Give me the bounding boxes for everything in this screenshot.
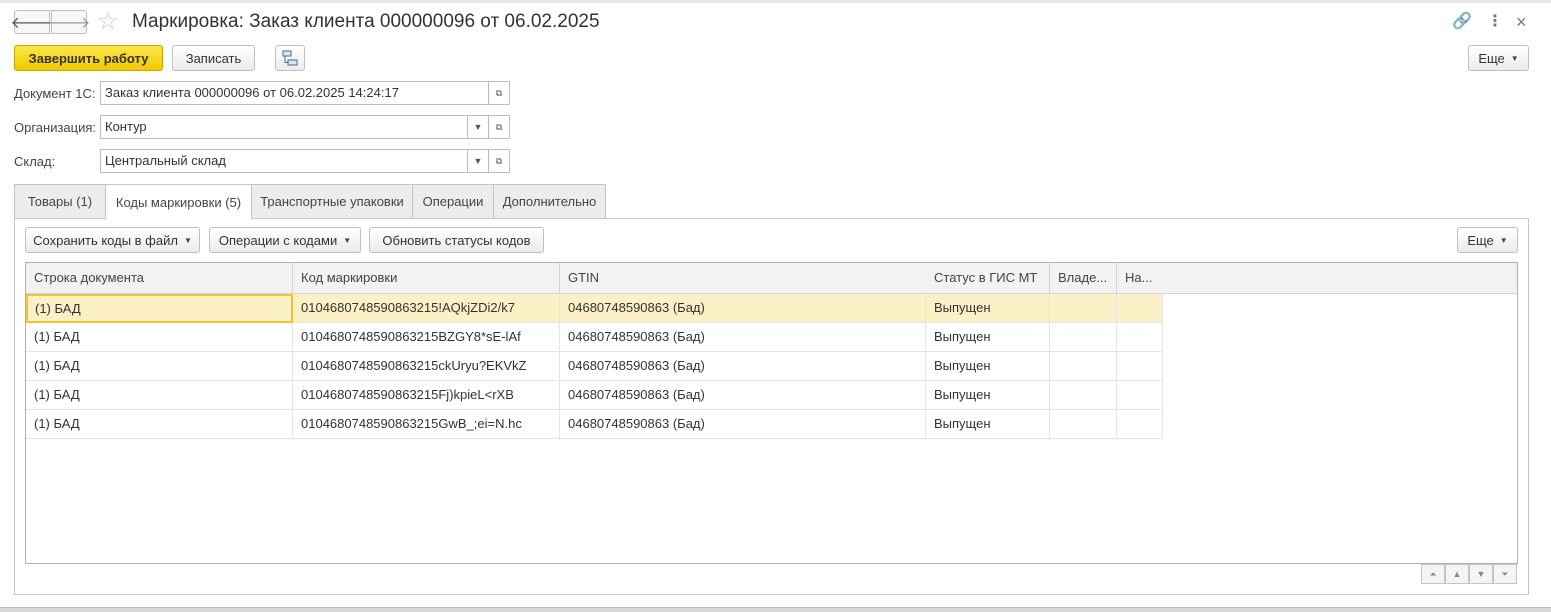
back-arrow-icon[interactable]: 🡐 xyxy=(11,10,53,34)
column-header[interactable]: Статус в ГИС МТ xyxy=(926,263,1050,294)
document-field[interactable]: Заказ клиента 000000096 от 06.02.2025 14… xyxy=(100,81,489,105)
top-border xyxy=(0,0,1551,3)
scroll-down-icon[interactable]: ▼ xyxy=(1469,564,1493,584)
table-cell[interactable]: 0104680748590863215ckUryu?EKVkZ xyxy=(293,352,560,381)
caret-down-icon: ▼ xyxy=(343,235,352,245)
marking-codes-table[interactable]: Строка документа Код маркировки GTIN Ста… xyxy=(25,262,1518,564)
table-cell[interactable]: 04680748590863 (Бад) xyxy=(560,323,926,352)
dropdown-icon[interactable]: ▼ xyxy=(467,149,489,173)
warehouse-field[interactable]: Центральный склад xyxy=(100,149,469,173)
save-codes-button[interactable]: Сохранить коды в файл ▼ xyxy=(25,227,200,253)
warehouse-label: Склад: xyxy=(14,154,56,169)
open-icon[interactable]: ⧉ xyxy=(488,149,510,173)
table-cell[interactable]: (1) БАД xyxy=(26,410,293,439)
refresh-statuses-button[interactable]: Обновить статусы кодов xyxy=(369,227,544,253)
save-codes-label: Сохранить коды в файл xyxy=(33,232,178,248)
table-cell[interactable]: Выпущен xyxy=(926,294,1050,323)
more-label: Еще xyxy=(1478,50,1505,66)
panel-more-button[interactable]: Еще ▼ xyxy=(1457,227,1518,253)
page-title: Маркировка: Заказ клиента 000000096 от 0… xyxy=(132,11,600,32)
dropdown-icon[interactable]: ▼ xyxy=(467,115,489,139)
panel-more-label: Еще xyxy=(1467,232,1494,248)
column-header[interactable]: Код маркировки xyxy=(293,263,560,294)
table-row[interactable]: (1) БАД 0104680748590863215BZGY8*sE-lAf … xyxy=(26,323,1163,352)
header-filler xyxy=(1163,263,1517,294)
column-header[interactable]: GTIN xyxy=(560,263,927,294)
open-icon[interactable]: ⧉ xyxy=(488,115,510,139)
scroll-last-icon[interactable]: ⏷ xyxy=(1493,564,1517,584)
structure-icon[interactable] xyxy=(275,45,305,71)
caret-down-icon: ▼ xyxy=(183,235,192,245)
star-icon[interactable]: ☆ xyxy=(97,8,119,36)
table-cell[interactable]: 0104680748590863215Fj)kpieL<rXB xyxy=(293,381,560,410)
table-row[interactable]: (1) БАД 0104680748590863215!AQkjZDi2/k7 … xyxy=(26,294,1163,323)
table-cell[interactable]: Выпущен xyxy=(926,323,1050,352)
table-cell[interactable]: (1) БАД xyxy=(26,352,293,381)
column-header[interactable]: Владе... xyxy=(1050,263,1117,294)
table-cell[interactable]: Выпущен xyxy=(926,381,1050,410)
table-cell[interactable] xyxy=(1117,323,1163,352)
link-icon[interactable]: 🔗 xyxy=(1452,12,1472,32)
tab-transport-packages[interactable]: Транспортные упаковки xyxy=(251,184,413,218)
table-row[interactable]: (1) БАД 0104680748590863215ckUryu?EKVkZ … xyxy=(26,352,1163,381)
finish-button[interactable]: Завершить работу xyxy=(14,45,163,71)
organization-label: Организация: xyxy=(14,120,97,135)
table-cell[interactable]: (1) БАД xyxy=(26,381,293,410)
table-cell[interactable] xyxy=(1050,410,1117,439)
table-cell[interactable] xyxy=(1050,381,1117,410)
open-icon[interactable]: ⧉ xyxy=(488,81,510,105)
table-cell[interactable]: 0104680748590863215GwB_;ei=N.hc xyxy=(293,410,560,439)
caret-down-icon: ▼ xyxy=(1510,53,1519,63)
table-cell[interactable]: Выпущен xyxy=(926,410,1050,439)
table-cell[interactable] xyxy=(1050,294,1117,323)
tab-additional[interactable]: Дополнительно xyxy=(493,184,606,218)
code-operations-label: Операции с кодами xyxy=(218,232,338,248)
table-cell[interactable]: 04680748590863 (Бад) xyxy=(560,352,926,381)
table-cell[interactable] xyxy=(1117,352,1163,381)
more-button[interactable]: Еще ▼ xyxy=(1468,45,1529,71)
save-button[interactable]: Записать xyxy=(172,45,255,71)
column-header[interactable]: Строка документа xyxy=(26,263,293,294)
table-cell[interactable]: 0104680748590863215!AQkjZDi2/k7 xyxy=(293,294,560,323)
organization-field[interactable]: Контур xyxy=(100,115,469,139)
table-cell[interactable] xyxy=(1050,323,1117,352)
document-label: Документ 1С: xyxy=(14,86,96,101)
table-cell[interactable]: (1) БАД xyxy=(26,294,293,323)
code-operations-button[interactable]: Операции с кодами ▼ xyxy=(209,227,361,253)
scroll-first-icon[interactable]: ⏶ xyxy=(1421,564,1445,584)
table-cell[interactable]: 0104680748590863215BZGY8*sE-lAf xyxy=(293,323,560,352)
table-cell[interactable] xyxy=(1117,410,1163,439)
table-cell[interactable] xyxy=(1117,294,1163,323)
column-header[interactable]: На... xyxy=(1117,263,1164,294)
table-cell[interactable]: 04680748590863 (Бад) xyxy=(560,381,926,410)
hierarchy-icon xyxy=(282,50,298,66)
table-cell[interactable]: Выпущен xyxy=(926,352,1050,381)
table-row[interactable]: (1) БАД 0104680748590863215GwB_;ei=N.hc … xyxy=(26,410,1163,439)
tab-marking-codes[interactable]: Коды маркировки (5) xyxy=(105,184,252,219)
table-cell[interactable] xyxy=(1050,352,1117,381)
scroll-up-icon[interactable]: ▲ xyxy=(1445,564,1469,584)
tab-goods[interactable]: Товары (1) xyxy=(14,184,106,218)
tab-operations[interactable]: Операции xyxy=(412,184,494,218)
close-icon[interactable]: × xyxy=(1516,12,1527,32)
caret-down-icon: ▼ xyxy=(1499,235,1508,245)
more-vert-icon[interactable]: ⋮ xyxy=(1487,12,1503,32)
table-row[interactable]: (1) БАД 0104680748590863215Fj)kpieL<rXB … xyxy=(26,381,1163,410)
forward-arrow-icon[interactable]: 🡒 xyxy=(48,10,90,34)
table-cell[interactable]: 04680748590863 (Бад) xyxy=(560,410,926,439)
table-cell[interactable]: (1) БАД xyxy=(26,323,293,352)
table-cell[interactable]: 04680748590863 (Бад) xyxy=(560,294,926,323)
table-cell[interactable] xyxy=(1117,381,1163,410)
bottom-border xyxy=(0,607,1551,612)
